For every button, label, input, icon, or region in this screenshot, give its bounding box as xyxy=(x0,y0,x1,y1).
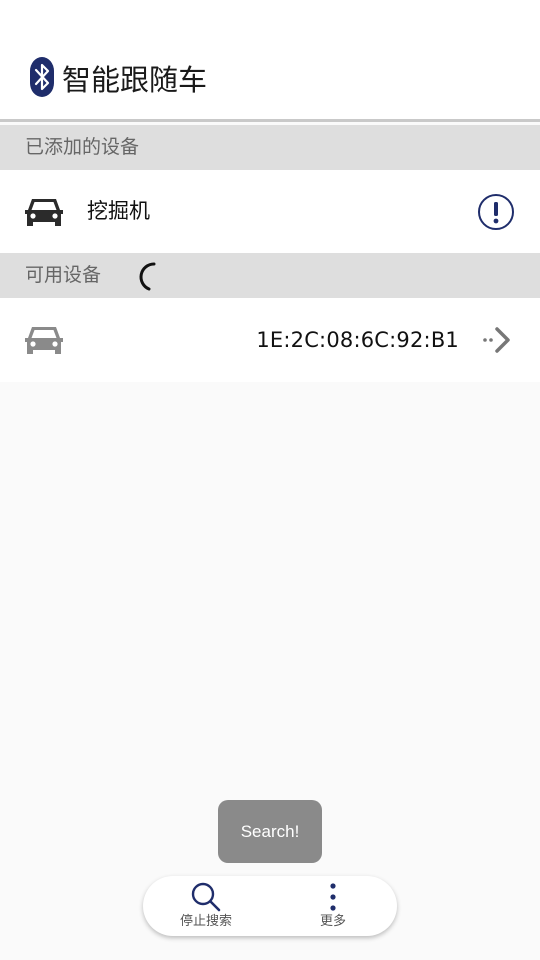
app-title: 智能跟随车 xyxy=(62,63,208,97)
car-icon xyxy=(25,327,63,354)
stop-search-button[interactable]: 停止搜索 xyxy=(156,876,256,936)
bluetooth-icon xyxy=(30,57,54,97)
available-devices-label: 可用设备 xyxy=(25,264,102,286)
more-vertical-icon xyxy=(330,883,336,911)
bottom-nav: 停止搜索 更多 xyxy=(143,876,397,936)
info-icon[interactable] xyxy=(477,193,515,231)
car-icon xyxy=(25,199,63,226)
toast-message: Search! xyxy=(218,800,322,863)
added-device-row[interactable]: 挖掘机 xyxy=(0,170,540,253)
stop-search-label: 停止搜索 xyxy=(179,914,232,929)
app-header: 智能跟随车 xyxy=(0,0,540,122)
added-devices-header: 已添加的设备 xyxy=(0,125,540,170)
added-devices-label: 已添加的设备 xyxy=(25,136,140,158)
device-name: 挖掘机 xyxy=(87,199,150,223)
more-button[interactable]: 更多 xyxy=(283,876,383,936)
device-mac-address: 1E:2C:08:6C:92:B1 xyxy=(256,328,459,352)
loading-spinner-icon xyxy=(139,262,156,291)
search-icon xyxy=(191,882,221,912)
more-label: 更多 xyxy=(319,914,346,929)
available-device-row[interactable]: 1E:2C:08:6C:92:B1 xyxy=(0,298,540,382)
connect-arrow-icon[interactable] xyxy=(481,324,513,356)
available-devices-header: 可用设备 xyxy=(0,253,540,298)
